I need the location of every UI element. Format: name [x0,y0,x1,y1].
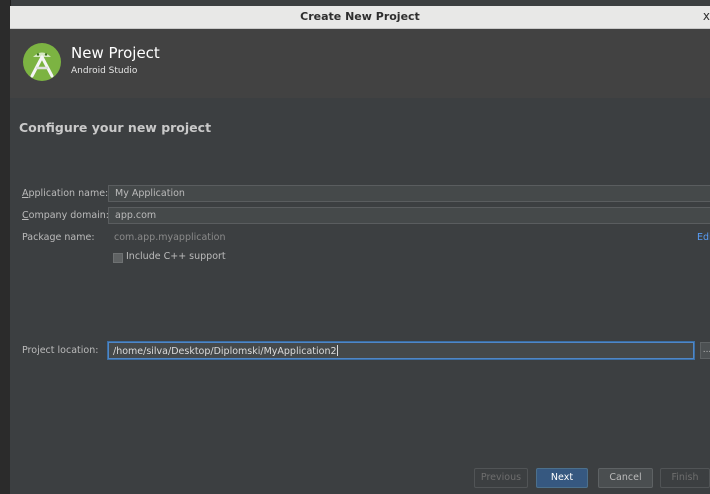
cpp-support-checkbox[interactable] [113,253,123,263]
app-name-label: Application name: [22,188,108,199]
app-name-field[interactable]: My Application [108,185,710,202]
edit-package-link[interactable]: Edi [697,232,710,243]
company-domain-label: Company domain: [22,210,109,221]
project-location-value: /home/silva/Desktop/Diplomski/MyApplicat… [113,346,337,357]
wizard-header: New Project Android Studio [10,29,710,98]
wizard-content: Configure your new project Application n… [10,98,710,494]
header-subtitle: Android Studio [71,66,138,76]
app-name-label-text: pplication name: [28,188,109,199]
cancel-button[interactable]: Cancel [598,468,653,488]
finish-button[interactable]: Finish [660,468,710,488]
project-location-field[interactable]: /home/silva/Desktop/Diplomski/MyApplicat… [108,342,694,359]
next-button[interactable]: Next [536,468,588,488]
window-title: Create New Project [300,10,420,23]
page-title: Configure your new project [19,120,212,135]
window-titlebar: Create New Project x [10,6,710,29]
package-name-label: Package name: [22,232,95,243]
browse-location-button[interactable]: ... [700,342,710,359]
project-location-label: Project location: [22,345,99,356]
company-domain-field[interactable]: app.com [108,207,710,224]
cpp-support-label[interactable]: Include C++ support [126,251,226,262]
close-icon[interactable]: x [703,9,710,23]
company-domain-label-mnemonic: C [22,210,29,221]
package-name-value: com.app.myapplication [114,232,226,243]
header-title: New Project [71,44,160,62]
previous-button[interactable]: Previous [474,468,528,488]
company-domain-label-text: ompany domain: [28,210,110,221]
android-studio-logo-icon [23,43,61,81]
text-caret [336,345,338,356]
